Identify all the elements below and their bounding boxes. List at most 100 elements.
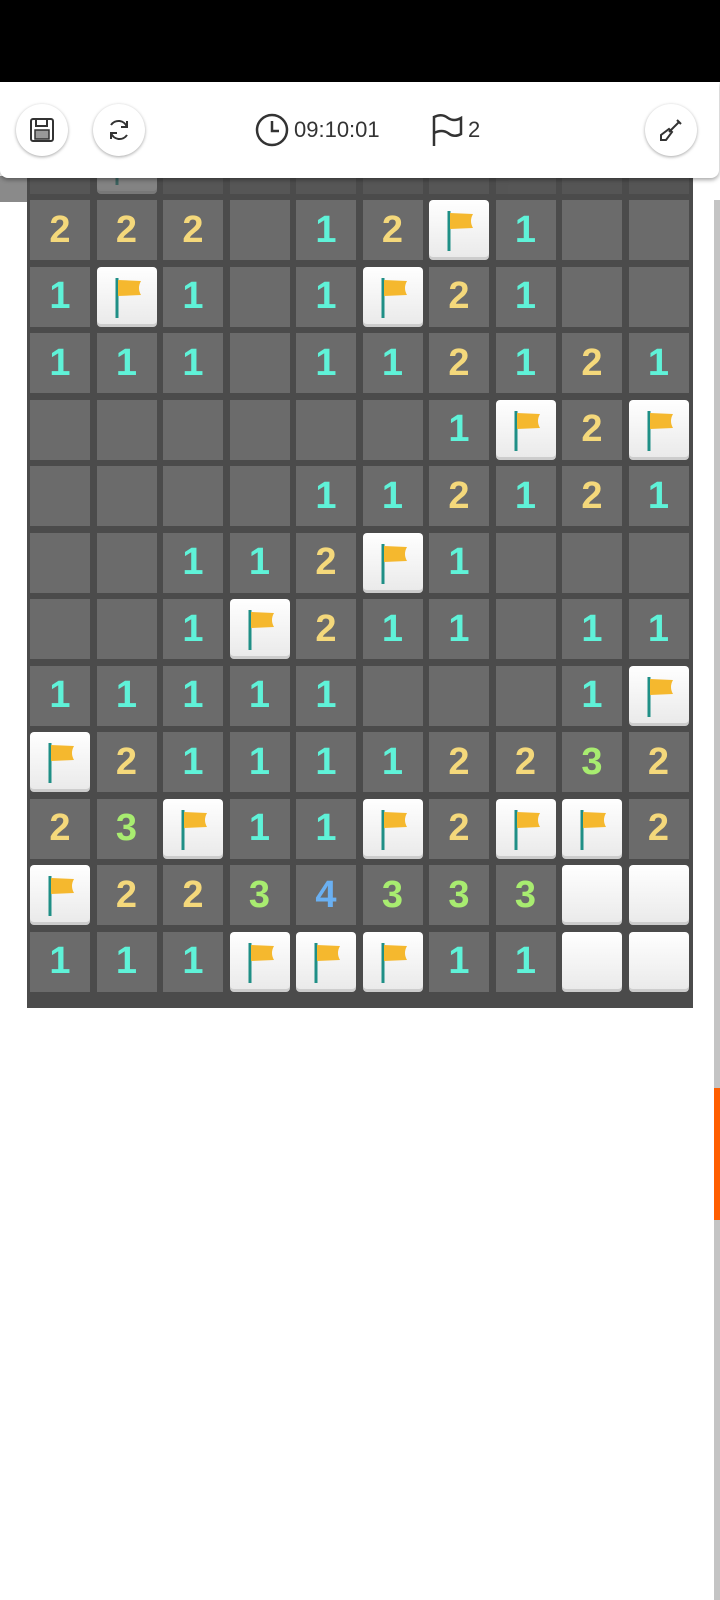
scrollbar-track[interactable] [714, 200, 720, 1600]
flagged-cell[interactable] [495, 399, 556, 460]
empty-cell[interactable] [562, 266, 622, 327]
number-cell[interactable]: 1 [495, 266, 556, 327]
empty-cell[interactable] [30, 532, 90, 593]
flagged-cell[interactable] [96, 266, 157, 327]
empty-cell[interactable] [628, 200, 689, 260]
empty-cell[interactable] [495, 665, 556, 726]
number-cell[interactable]: 1 [429, 931, 489, 992]
empty-cell[interactable] [562, 200, 622, 260]
number-cell[interactable]: 2 [96, 865, 157, 925]
empty-cell[interactable] [96, 466, 157, 526]
empty-cell[interactable] [163, 399, 223, 460]
number-cell[interactable]: 1 [562, 665, 622, 726]
flagged-cell[interactable] [30, 865, 90, 925]
number-cell[interactable]: 1 [429, 532, 489, 593]
number-cell[interactable]: 1 [163, 333, 223, 393]
number-cell[interactable]: 2 [96, 732, 157, 792]
empty-cell[interactable] [163, 466, 223, 526]
covered-cell[interactable] [562, 931, 622, 992]
number-cell[interactable]: 3 [96, 798, 157, 859]
flagged-cell[interactable] [562, 798, 622, 859]
restart-button[interactable] [93, 104, 145, 156]
number-cell[interactable]: 1 [163, 599, 223, 659]
number-cell[interactable]: 3 [229, 865, 290, 925]
number-cell[interactable]: 1 [163, 266, 223, 327]
number-cell[interactable]: 1 [163, 732, 223, 792]
number-cell[interactable]: 1 [362, 732, 423, 792]
flagged-cell[interactable] [30, 732, 90, 792]
flagged-cell[interactable] [362, 798, 423, 859]
number-cell[interactable]: 1 [229, 732, 290, 792]
number-cell[interactable]: 2 [362, 200, 423, 260]
number-cell[interactable]: 4 [296, 865, 356, 925]
number-cell[interactable]: 3 [562, 732, 622, 792]
number-cell[interactable]: 1 [429, 399, 489, 460]
empty-cell[interactable] [229, 266, 290, 327]
empty-cell[interactable] [362, 665, 423, 726]
number-cell[interactable]: 1 [562, 599, 622, 659]
empty-cell[interactable] [229, 333, 290, 393]
scrollbar-thumb[interactable] [714, 1088, 720, 1220]
empty-cell[interactable] [628, 532, 689, 593]
empty-cell[interactable] [229, 399, 290, 460]
number-cell[interactable]: 1 [96, 931, 157, 992]
flagged-cell[interactable] [229, 599, 290, 659]
number-cell[interactable]: 2 [562, 466, 622, 526]
empty-cell[interactable] [96, 532, 157, 593]
covered-cell[interactable] [628, 931, 689, 992]
empty-cell[interactable] [229, 200, 290, 260]
number-cell[interactable]: 1 [229, 798, 290, 859]
flagged-cell[interactable] [362, 266, 423, 327]
number-cell[interactable]: 1 [296, 466, 356, 526]
number-cell[interactable]: 1 [628, 333, 689, 393]
flagged-cell[interactable] [163, 798, 223, 859]
number-cell[interactable]: 1 [296, 200, 356, 260]
empty-cell[interactable] [362, 399, 423, 460]
save-button[interactable] [16, 104, 68, 156]
empty-cell[interactable] [30, 399, 90, 460]
number-cell[interactable]: 1 [229, 532, 290, 593]
number-cell[interactable]: 2 [562, 399, 622, 460]
number-cell[interactable]: 1 [495, 200, 556, 260]
empty-cell[interactable] [429, 665, 489, 726]
number-cell[interactable]: 2 [562, 333, 622, 393]
flagged-cell[interactable] [495, 798, 556, 859]
number-cell[interactable]: 1 [30, 931, 90, 992]
empty-cell[interactable] [96, 599, 157, 659]
number-cell[interactable]: 2 [429, 266, 489, 327]
number-cell[interactable]: 1 [229, 665, 290, 726]
number-cell[interactable]: 2 [429, 333, 489, 393]
dig-mode-button[interactable] [645, 104, 697, 156]
number-cell[interactable]: 1 [495, 333, 556, 393]
number-cell[interactable]: 2 [163, 865, 223, 925]
number-cell[interactable]: 2 [429, 732, 489, 792]
number-cell[interactable]: 1 [362, 599, 423, 659]
number-cell[interactable]: 1 [362, 466, 423, 526]
covered-cell[interactable] [628, 865, 689, 925]
empty-cell[interactable] [30, 466, 90, 526]
number-cell[interactable]: 1 [96, 333, 157, 393]
empty-cell[interactable] [495, 532, 556, 593]
number-cell[interactable]: 2 [495, 732, 556, 792]
number-cell[interactable]: 2 [163, 200, 223, 260]
number-cell[interactable]: 1 [628, 599, 689, 659]
number-cell[interactable]: 2 [96, 200, 157, 260]
number-cell[interactable]: 2 [628, 732, 689, 792]
empty-cell[interactable] [562, 532, 622, 593]
number-cell[interactable]: 2 [30, 798, 90, 859]
number-cell[interactable]: 1 [296, 333, 356, 393]
number-cell[interactable]: 2 [429, 798, 489, 859]
flagged-cell[interactable] [296, 931, 356, 992]
empty-cell[interactable] [30, 599, 90, 659]
number-cell[interactable]: 1 [429, 599, 489, 659]
covered-cell[interactable] [562, 865, 622, 925]
number-cell[interactable]: 2 [628, 798, 689, 859]
number-cell[interactable]: 2 [296, 599, 356, 659]
number-cell[interactable]: 1 [163, 931, 223, 992]
number-cell[interactable]: 3 [495, 865, 556, 925]
number-cell[interactable]: 1 [163, 532, 223, 593]
flagged-cell[interactable] [628, 665, 689, 726]
number-cell[interactable]: 1 [362, 333, 423, 393]
number-cell[interactable]: 3 [429, 865, 489, 925]
number-cell[interactable]: 1 [296, 665, 356, 726]
